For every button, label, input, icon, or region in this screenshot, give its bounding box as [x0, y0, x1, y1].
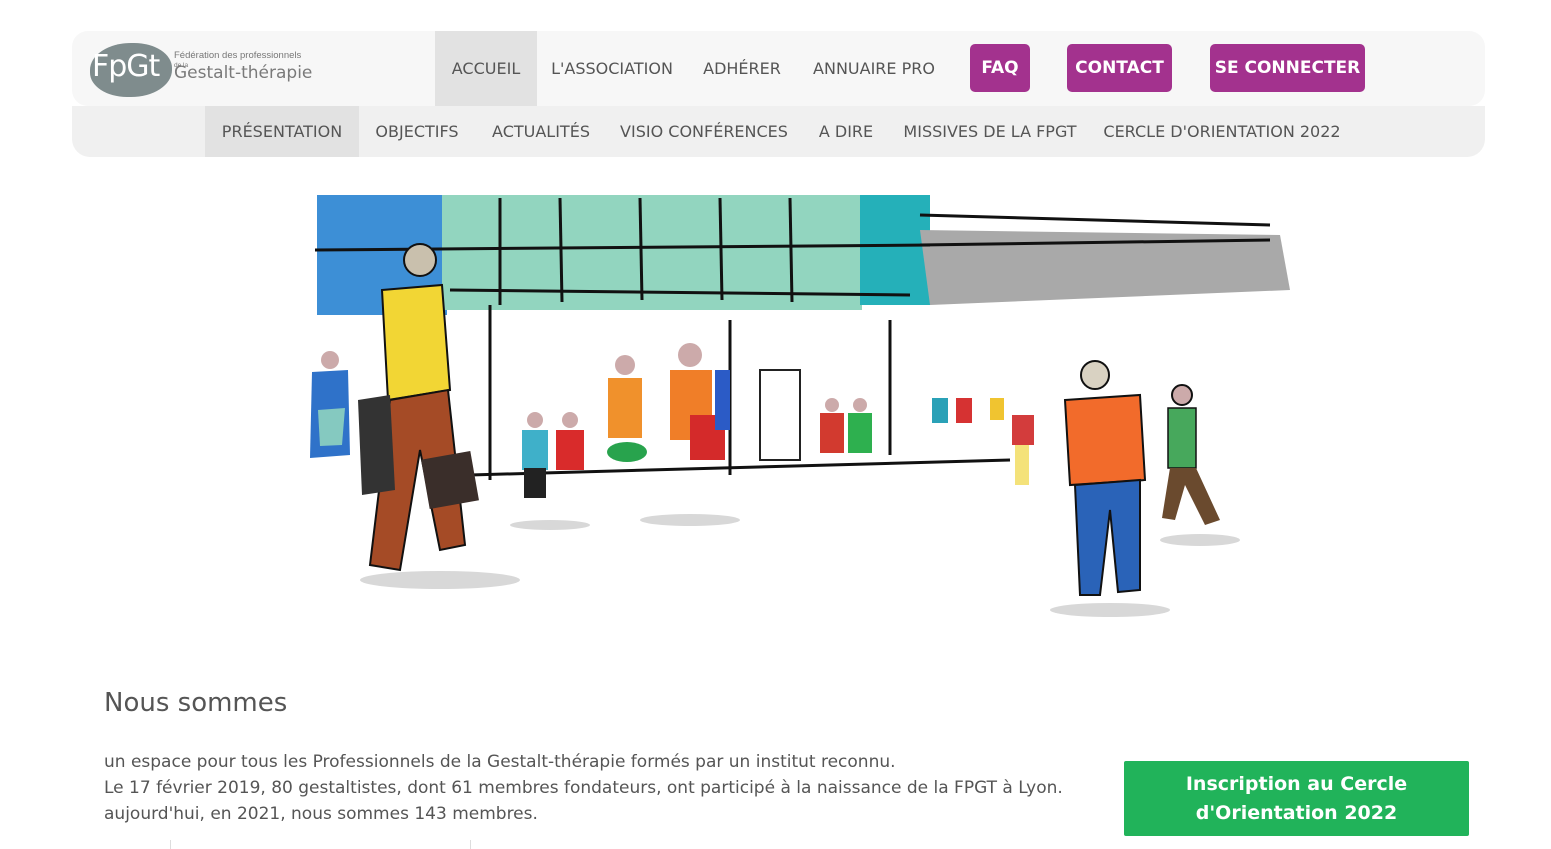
subnav-a-dire[interactable]: A DIRE	[812, 106, 880, 157]
contact-button[interactable]: CONTACT	[1067, 44, 1172, 92]
inscription-cta-button[interactable]: Inscription au Cercle d'Orientation 2022	[1124, 761, 1469, 836]
subnav-actualites[interactable]: ACTUALITÉS	[483, 106, 599, 157]
facade-teal-block	[860, 195, 930, 305]
subnav-objectifs[interactable]: OBJECTIFS	[365, 106, 469, 157]
hero-illustration	[310, 195, 1290, 617]
sub-nav: PRÉSENTATION OBJECTIFS ACTUALITÉS VISIO …	[72, 106, 1485, 157]
figure-orange-shirt	[1063, 360, 1147, 596]
figure-left-group	[310, 351, 395, 495]
nav-accueil[interactable]: ACCUEIL	[435, 31, 537, 106]
figure-middle-group	[522, 343, 730, 498]
intro-line-1: un espace pour tous les Professionnels d…	[104, 752, 896, 772]
nav-association[interactable]: L'ASSOCIATION	[542, 31, 682, 106]
logo-line-1: Fédération des professionnels	[174, 50, 302, 61]
site-logo[interactable]: FpGt Fédération des professionnels de la…	[88, 41, 328, 101]
subnav-cercle-orientation[interactable]: CERCLE D'ORIENTATION 2022	[1102, 106, 1342, 157]
intro-paragraph: un espace pour tous les Professionnels d…	[104, 749, 1097, 827]
logo-line-3: Gestalt-thérapie	[174, 63, 313, 83]
cta-label: Inscription au Cercle d'Orientation 2022	[1185, 772, 1408, 824]
door-frame	[759, 369, 801, 461]
login-button[interactable]: SE CONNECTER	[1210, 44, 1365, 92]
figure-center-group	[820, 398, 1034, 485]
divider-tick	[470, 840, 471, 849]
subnav-visio-conferences[interactable]: VISIO CONFÉRENCES	[616, 106, 792, 157]
nav-annuaire-pro[interactable]: ANNUAIRE PRO	[802, 31, 946, 106]
subnav-missives[interactable]: MISSIVES DE LA FPGT	[900, 106, 1080, 157]
section-heading: Nous sommes	[104, 688, 288, 718]
logo-mark: FpGt	[92, 49, 160, 84]
intro-line-3: aujourd'hui, en 2021, nous sommes 143 me…	[104, 804, 538, 824]
subnav-presentation[interactable]: PRÉSENTATION	[205, 106, 359, 157]
nav-adherer[interactable]: ADHÉRER	[692, 31, 792, 106]
intro-line-2: Le 17 février 2019, 80 gestaltistes, don…	[104, 778, 1063, 798]
figure-green-shirt	[1162, 384, 1220, 525]
header-bar: FpGt Fédération des professionnels de la…	[72, 31, 1485, 106]
faq-button[interactable]: FAQ	[970, 44, 1030, 92]
divider-tick	[170, 840, 171, 849]
